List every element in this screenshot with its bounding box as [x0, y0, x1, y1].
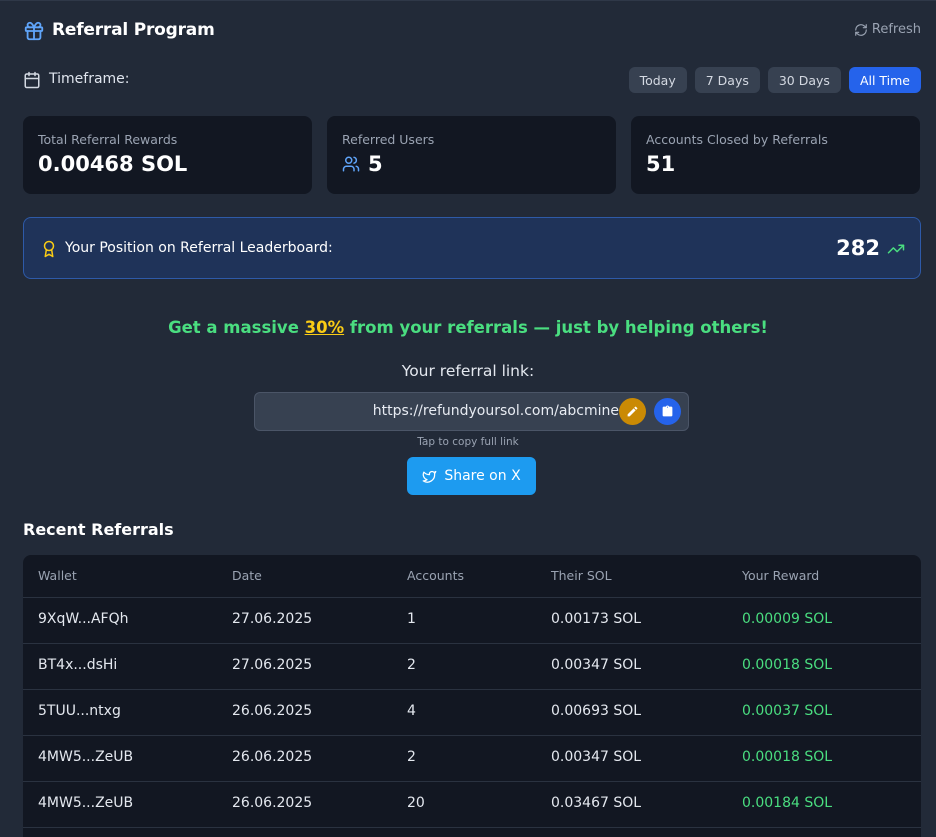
edit-link-button[interactable] — [619, 398, 646, 425]
their-sol-cell: 0.00347 SOL — [551, 749, 642, 765]
wallet-cell: 5TUU...ntxg — [38, 703, 121, 719]
recent-referrals-title: Recent Referrals — [23, 520, 174, 539]
recent-referrals-table: Wallet Date Accounts Their SOL Your Rewa… — [23, 555, 921, 837]
table-row: 4MW5...ZeUB 26.06.2025 2 0.00347 SOL 0.0… — [23, 735, 921, 781]
column-header-date: Date — [232, 568, 262, 583]
referred-users-label: Referred Users — [342, 132, 435, 147]
table-row: 5TUU...ntxg 26.06.2025 4 0.00693 SOL 0.0… — [23, 689, 921, 735]
reward-cell: 0.00018 SOL — [742, 657, 833, 673]
timeframe-label: Timeframe: — [49, 71, 130, 87]
accounts-cell: 1 — [407, 611, 416, 627]
their-sol-cell: 0.00173 SOL — [551, 611, 642, 627]
total-rewards-value: 0.00468 SOL — [38, 152, 188, 176]
accounts-closed-card: Accounts Closed by Referrals 51 — [631, 116, 920, 194]
reward-cell: 0.00018 SOL — [742, 749, 833, 765]
promo-after: from your referrals — just by helping ot… — [344, 318, 768, 337]
referred-users-card: Referred Users 5 — [327, 116, 616, 194]
promo-before: Get a massive — [168, 318, 305, 337]
timeframe-alltime-button[interactable]: All Time — [848, 67, 921, 93]
their-sol-cell: 0.00693 SOL — [551, 703, 642, 719]
date-cell: 26.06.2025 — [232, 795, 313, 811]
date-cell: 26.06.2025 — [232, 749, 313, 765]
column-header-wallet: Wallet — [38, 568, 77, 583]
timeframe-today-button[interactable]: Today — [628, 67, 687, 93]
timeframe-row: Timeframe: Today 7 Days 30 Days All Time — [23, 67, 921, 93]
wallet-cell: 4MW5...ZeUB — [38, 795, 134, 811]
their-sol-cell: 0.03467 SOL — [551, 795, 642, 811]
accounts-cell: 4 — [407, 703, 416, 719]
users-icon — [342, 156, 360, 172]
referral-link-label: Your referral link: — [401, 362, 535, 380]
page-title: Referral Program — [52, 20, 215, 40]
date-cell: 26.06.2025 — [232, 703, 313, 719]
referred-users-value: 5 — [368, 152, 383, 176]
share-on-x-button[interactable]: Share on X — [407, 457, 536, 495]
total-rewards-label: Total Referral Rewards — [38, 132, 178, 147]
refresh-icon — [855, 23, 867, 36]
twitter-bird-icon — [422, 470, 437, 483]
table-row: 9XqW...AFQh 27.06.2025 1 0.00173 SOL 0.0… — [23, 597, 921, 643]
pencil-icon — [627, 406, 638, 417]
table-header: Wallet Date Accounts Their SOL Your Rewa… — [23, 555, 921, 597]
reward-cell: 0.00184 SOL — [742, 795, 833, 811]
gift-icon — [24, 21, 44, 41]
table-row-partial — [23, 827, 921, 837]
page-header: Referral Program Refresh — [23, 18, 921, 44]
accounts-cell: 2 — [407, 749, 416, 765]
table-row: 4MW5...ZeUB 26.06.2025 20 0.03467 SOL 0.… — [23, 781, 921, 827]
accounts-closed-label: Accounts Closed by Referrals — [646, 132, 828, 147]
refresh-label: Refresh — [871, 22, 921, 37]
column-header-their-sol: Their SOL — [551, 568, 612, 583]
clipboard-icon — [662, 405, 673, 417]
refresh-button[interactable]: Refresh — [854, 22, 921, 37]
leaderboard-position-banner: Your Position on Referral Leaderboard: 2… — [23, 217, 921, 279]
wallet-cell: 4MW5...ZeUB — [38, 749, 134, 765]
leaderboard-position: 282 — [836, 236, 880, 260]
accounts-cell: 2 — [407, 657, 416, 673]
timeframe-30days-button[interactable]: 30 Days — [767, 67, 841, 93]
accounts-cell: 20 — [407, 795, 425, 811]
column-header-your-reward: Your Reward — [742, 568, 820, 583]
timeframe-7days-button[interactable]: 7 Days — [694, 67, 760, 93]
wallet-cell: BT4x...dsHi — [38, 657, 118, 673]
calendar-icon — [24, 71, 40, 89]
copy-link-button[interactable] — [654, 398, 681, 425]
referred-users-value-wrap: 5 — [342, 152, 383, 176]
leaderboard-label: Your Position on Referral Leaderboard: — [65, 240, 333, 256]
trending-up-icon — [887, 244, 905, 254]
promo-text: Get a massive 30% from your referrals — … — [0, 318, 936, 337]
timeframe-options: Today 7 Days 30 Days All Time — [628, 67, 921, 93]
reward-cell: 0.00009 SOL — [742, 611, 833, 627]
table-row: BT4x...dsHi 27.06.2025 2 0.00347 SOL 0.0… — [23, 643, 921, 689]
top-divider — [0, 0, 936, 1]
total-rewards-card: Total Referral Rewards 0.00468 SOL — [23, 116, 312, 194]
promo-percent: 30% — [304, 318, 345, 337]
reward-cell: 0.00037 SOL — [742, 703, 833, 719]
column-header-accounts: Accounts — [407, 568, 464, 583]
award-icon — [43, 240, 55, 258]
wallet-cell: 9XqW...AFQh — [38, 611, 129, 627]
date-cell: 27.06.2025 — [232, 611, 313, 627]
their-sol-cell: 0.00347 SOL — [551, 657, 642, 673]
referral-link-box[interactable]: https://refundyoursol.com/abcmine — [254, 392, 689, 431]
share-on-x-label: Share on X — [444, 468, 521, 484]
copy-hint: Tap to copy full link — [417, 436, 519, 448]
accounts-closed-value: 51 — [646, 152, 676, 176]
date-cell: 27.06.2025 — [232, 657, 313, 673]
referral-link-url[interactable]: https://refundyoursol.com/abcmine — [255, 403, 619, 419]
